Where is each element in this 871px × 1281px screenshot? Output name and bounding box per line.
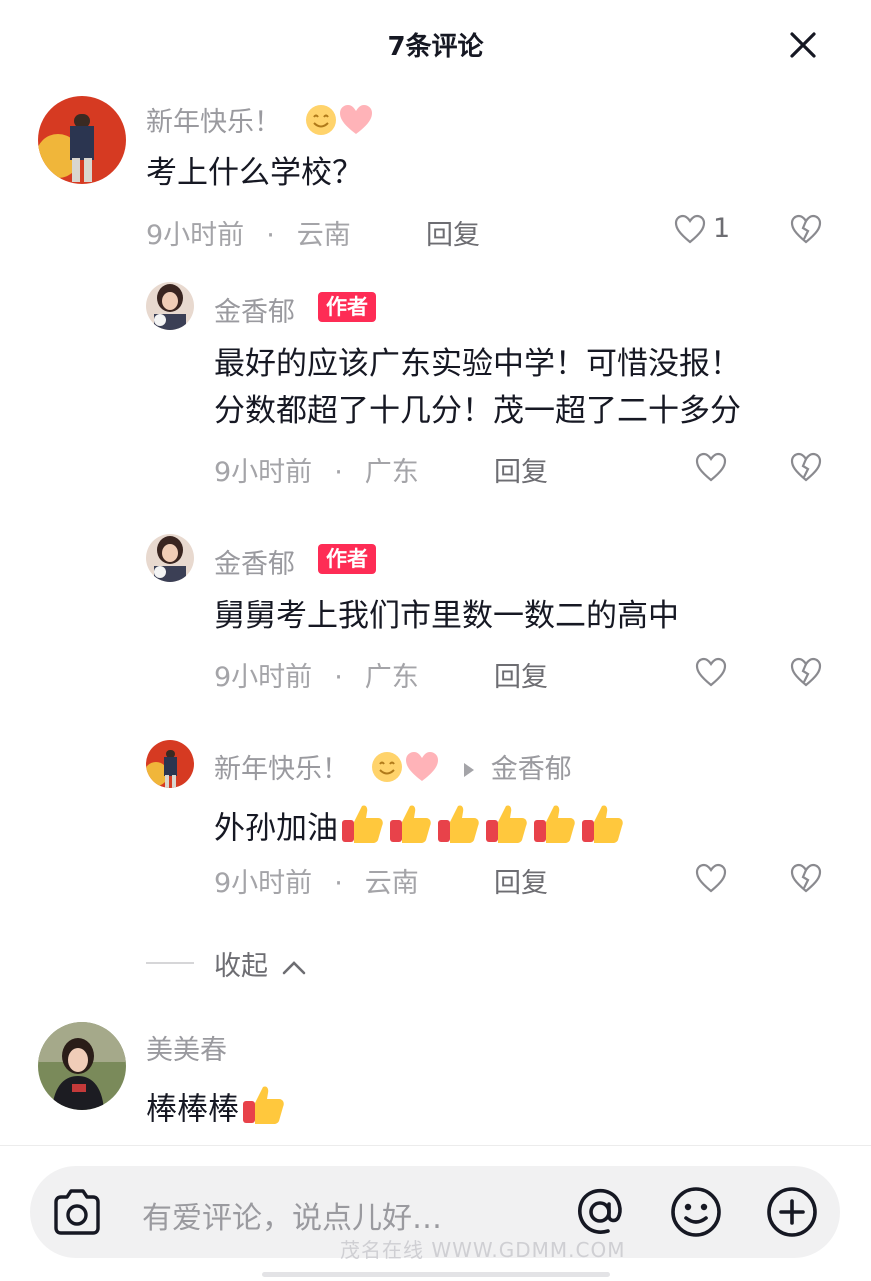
emoji-icon[interactable] bbox=[668, 1184, 724, 1240]
avatar[interactable] bbox=[38, 96, 126, 184]
thumbs-up-emoji-icon bbox=[578, 800, 626, 860]
dislike-icon[interactable] bbox=[789, 213, 823, 245]
reply-meta: 9小时前 · 广东 bbox=[214, 662, 419, 693]
heart-emoji-icon bbox=[404, 750, 440, 791]
thumbs-up-emoji-icon bbox=[338, 800, 386, 860]
comment-placeholder: 有爱评论，说点儿好… bbox=[142, 1201, 442, 1236]
avatar[interactable] bbox=[38, 1022, 126, 1110]
thumbs-up-emoji-icon bbox=[530, 800, 578, 860]
avatar-photo bbox=[38, 1022, 126, 1110]
thumbs-up-emoji-icon bbox=[434, 800, 482, 860]
avatar[interactable] bbox=[146, 282, 194, 330]
avatar-photo bbox=[146, 534, 194, 582]
reply-author[interactable]: 新年快乐！ 金香郁 bbox=[214, 747, 572, 791]
avatar[interactable] bbox=[146, 534, 194, 582]
reply-location: 广东 bbox=[364, 662, 419, 693]
comment-text-content: 棒棒棒 bbox=[146, 1091, 239, 1128]
like-count: 1 bbox=[713, 213, 731, 244]
comment-location: 云南 bbox=[296, 220, 351, 251]
thumbs-up-emoji-icon bbox=[239, 1081, 287, 1141]
comments-sheet: 7条评论 新年快乐！ 考上什么学校？ 9小时前 · 云南 回复 1 金香郁 作者… bbox=[0, 0, 871, 1281]
reply-button[interactable]: 回复 bbox=[494, 450, 548, 489]
reply-text: 外孙加油 bbox=[214, 810, 338, 847]
comment-author[interactable]: 新年快乐！ bbox=[146, 100, 374, 144]
like-heart-icon[interactable] bbox=[694, 862, 728, 894]
dislike-icon[interactable] bbox=[789, 451, 823, 483]
avatar-photo bbox=[38, 96, 126, 184]
collapse-divider bbox=[146, 962, 194, 964]
comment-text: 棒棒棒 bbox=[146, 1081, 287, 1141]
comment-time: 9小时前 bbox=[146, 220, 245, 251]
chevron-up-icon bbox=[282, 960, 305, 974]
author-badge: 作者 bbox=[318, 544, 376, 574]
author-name: 新年快乐！ bbox=[214, 754, 349, 785]
reply-button[interactable]: 回复 bbox=[426, 213, 480, 252]
reply-to-name[interactable]: 金香郁 bbox=[491, 754, 572, 785]
comment-meta: 9小时前 · 云南 bbox=[146, 220, 351, 251]
reply-author[interactable]: 金香郁 bbox=[214, 542, 295, 581]
avatar-photo bbox=[146, 282, 194, 330]
reply-meta: 9小时前 · 广东 bbox=[214, 457, 419, 488]
close-icon[interactable] bbox=[786, 28, 820, 62]
sheet-header: 7条评论 bbox=[0, 0, 871, 90]
reply-text-line: 最好的应该广东实验中学！可惜没报！ bbox=[214, 346, 741, 382]
reply-meta: 9小时前 · 云南 bbox=[214, 868, 419, 899]
reply-location: 云南 bbox=[364, 868, 419, 899]
reply-button[interactable]: 回复 bbox=[494, 655, 548, 694]
thumbs-up-emoji-icon bbox=[482, 800, 530, 860]
camera-icon[interactable] bbox=[50, 1186, 104, 1238]
dislike-icon[interactable] bbox=[789, 656, 823, 688]
comment-text: 考上什么学校？ bbox=[146, 155, 363, 191]
add-icon[interactable] bbox=[764, 1184, 820, 1240]
play-arrow-icon bbox=[462, 755, 476, 786]
reply-time: 9小时前 bbox=[214, 457, 313, 488]
author-name: 新年快乐！ bbox=[146, 107, 281, 138]
reply-text-line: 外孙加油 bbox=[214, 800, 626, 860]
home-indicator bbox=[262, 1272, 610, 1277]
reply-time: 9小时前 bbox=[214, 662, 313, 693]
reply-author[interactable]: 金香郁 bbox=[214, 290, 295, 329]
like-heart-icon[interactable] bbox=[694, 451, 728, 483]
heart-emoji-icon bbox=[338, 103, 374, 144]
watermark-text: 茂名在线 WWW.GDMM.COM bbox=[340, 1238, 626, 1262]
collapse-label: 收起 bbox=[214, 951, 268, 982]
comment-author[interactable]: 美美春 bbox=[146, 1028, 227, 1067]
reply-text-line: 分数都超了十几分！茂一超了二十多分 bbox=[214, 393, 741, 429]
thumbs-up-emoji-icon bbox=[386, 800, 434, 860]
smile-emoji-icon bbox=[304, 103, 338, 144]
reply-time: 9小时前 bbox=[214, 868, 313, 899]
reply-button[interactable]: 回复 bbox=[494, 861, 548, 900]
like-heart-icon[interactable] bbox=[694, 656, 728, 688]
reply-text-line: 舅舅考上我们市里数一数二的高中 bbox=[214, 598, 679, 634]
reply-location: 广东 bbox=[364, 457, 419, 488]
dislike-icon[interactable] bbox=[789, 862, 823, 894]
smile-emoji-icon bbox=[370, 750, 404, 791]
like-heart-icon[interactable] bbox=[673, 213, 707, 245]
comments-title: 7条评论 bbox=[387, 32, 484, 62]
collapse-replies-button[interactable]: 收起 bbox=[214, 944, 307, 983]
avatar[interactable] bbox=[146, 740, 194, 788]
mention-at-icon[interactable] bbox=[572, 1184, 628, 1240]
avatar-photo bbox=[146, 740, 194, 788]
author-badge: 作者 bbox=[318, 292, 376, 322]
